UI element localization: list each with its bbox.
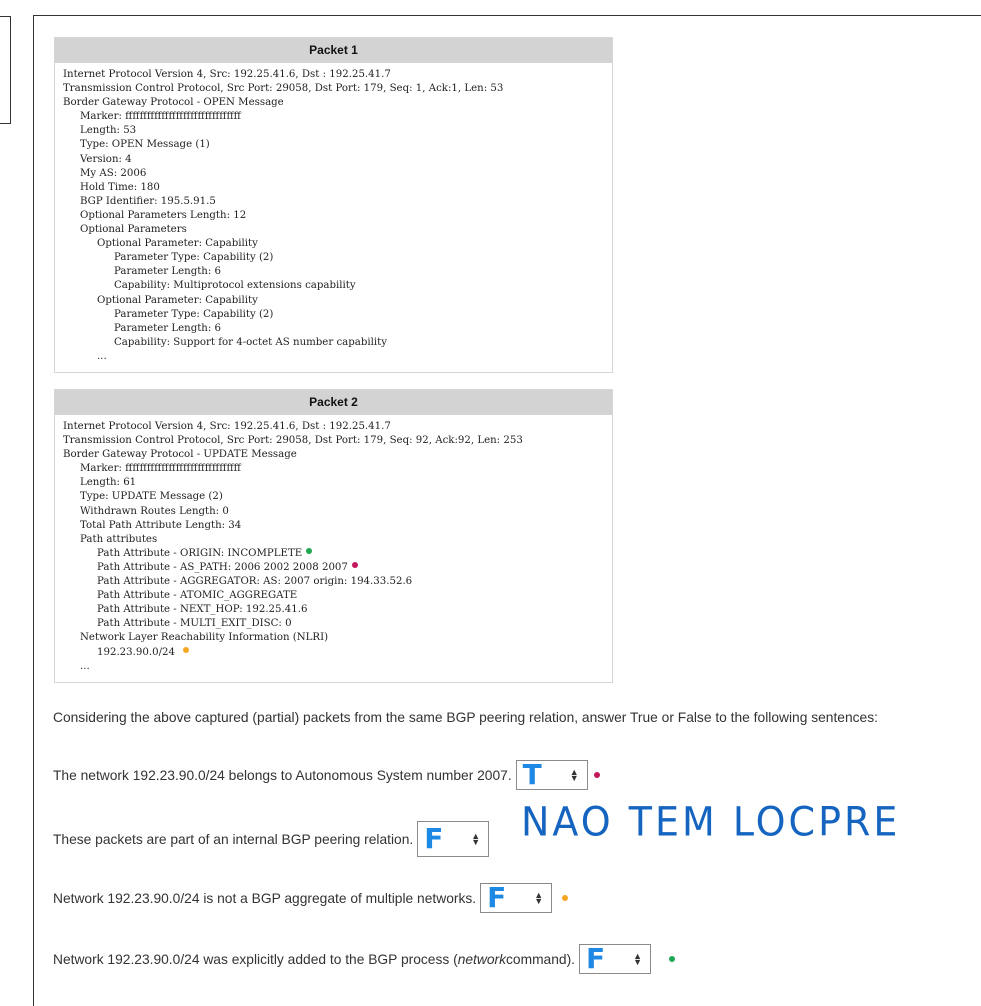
- packet-2-title: Packet 2: [55, 390, 612, 415]
- chevron-updown-icon: ▲ ▼: [471, 831, 481, 847]
- sentence-4: Network 192.23.90.0/24 was explicitly ad…: [53, 942, 676, 975]
- packet-line: Parameter Length: 6: [114, 266, 222, 278]
- sentence-1-text: The network 192.23.90.0/24 belongs to Au…: [53, 767, 512, 783]
- orange-dot-marker: [182, 646, 189, 653]
- packet-line: Length: 53: [80, 125, 137, 137]
- packet-line: Parameter Length: 6: [114, 322, 222, 334]
- packet-line: Type: OPEN Message (1): [80, 139, 210, 151]
- packet-line: Path Attribute - AGGREGATOR: AS: 2007 or…: [97, 576, 413, 588]
- packet-line: Capability: Support for 4-octet AS numbe…: [114, 336, 387, 348]
- chevron-updown-icon: ▲ ▼: [534, 890, 544, 906]
- packet-line: Total Path Attribute Length: 34: [80, 519, 242, 531]
- answer-select-3-value: F: [487, 881, 507, 914]
- packet-line: Path Attribute - ATOMIC_AGGREGATE: [97, 590, 298, 602]
- packet-1-panel: Packet 1 Internet Protocol Version 4, Sr…: [54, 37, 613, 373]
- packet-line-text: 192.23.90.0/24: [97, 646, 175, 658]
- magenta-dot-marker: [593, 772, 600, 778]
- packet-line: Version: 4: [80, 153, 132, 165]
- packet-line: Optional Parameter: Capability: [97, 238, 258, 250]
- left-panel-edge: [0, 16, 11, 124]
- answer-select-2-value: F: [424, 822, 444, 855]
- chevron-updown-icon: ▲ ▼: [569, 767, 579, 783]
- packet-line: Internet Protocol Version 4, Src: 192.25…: [63, 421, 391, 432]
- packet-line: Optional Parameters: [80, 224, 187, 236]
- chevron-updown-icon: ▲ ▼: [633, 951, 643, 967]
- answer-select-4[interactable]: F ▲ ▼: [579, 942, 652, 975]
- packet-line: Type: UPDATE Message (2): [80, 491, 223, 503]
- sentence-2: These packets are part of an internal BG…: [53, 821, 490, 857]
- packet-line: Transmission Control Protocol, Src Port:…: [63, 435, 523, 447]
- answer-select-4-value: F: [586, 942, 606, 975]
- green-dot-marker: [669, 956, 676, 962]
- sentence-1: The network 192.23.90.0/24 belongs to Au…: [53, 760, 600, 790]
- answer-select-1[interactable]: T ▲ ▼: [515, 758, 588, 791]
- sentence-4-text-em: network: [457, 951, 506, 967]
- answer-select-3[interactable]: F ▲ ▼: [480, 881, 553, 914]
- packet-line: My AS: 2006: [80, 167, 147, 179]
- question-text: Considering the above captured (partial)…: [53, 710, 878, 725]
- sentence-4-text-after: command).: [506, 951, 576, 967]
- sentence-4-text-before: Network 192.23.90.0/24 was explicitly ad…: [53, 951, 458, 967]
- packet-line: Path Attribute - AS_PATH: 2006 2002 2008…: [63, 561, 604, 575]
- packet-line: BGP Identifier: 195.5.91.5: [80, 195, 216, 207]
- packet-line: Capability: Multiprotocol extensions cap…: [114, 280, 356, 292]
- magenta-dot-marker: [351, 561, 358, 568]
- packet-2-panel: Packet 2 Internet Protocol Version 4, Sr…: [54, 389, 613, 683]
- handwritten-note: NAO TEM LOCPRE: [521, 798, 901, 846]
- packet-1-title: Packet 1: [55, 38, 612, 63]
- packet-line: Optional Parameters Length: 12: [80, 209, 247, 221]
- packet-line: Optional Parameter: Capability: [97, 294, 258, 306]
- answer-select-1-value: T: [522, 758, 542, 791]
- packet-line: Length: 61: [80, 477, 137, 489]
- packet-line-text: Path Attribute - AS_PATH: 2006 2002 2008…: [97, 561, 348, 573]
- answer-select-2[interactable]: F ▲ ▼: [417, 821, 490, 857]
- packet-line: Path Attribute - MULTI_EXIT_DISC: 0: [97, 618, 292, 630]
- packet-line: Path Attribute - NEXT_HOP: 192.25.41.6: [97, 604, 308, 616]
- packet-2-body: Internet Protocol Version 4, Src: 192.25…: [55, 415, 612, 682]
- packet-line: Withdrawn Routes Length: 0: [80, 505, 229, 517]
- packet-line: Internet Protocol Version 4, Src: 192.25…: [63, 69, 391, 80]
- sentence-3: Network 192.23.90.0/24 is not a BGP aggr…: [53, 881, 569, 914]
- packet-line: Network Layer Reachability Information (…: [80, 632, 329, 644]
- packet-line: Transmission Control Protocol, Src Port:…: [63, 83, 504, 95]
- sentence-3-text: Network 192.23.90.0/24 is not a BGP aggr…: [53, 890, 477, 906]
- packet-line: Parameter Type: Capability (2): [114, 308, 274, 320]
- orange-dot-marker: [562, 895, 569, 901]
- packet-line: Path attributes: [80, 533, 158, 545]
- packet-line: Parameter Type: Capability (2): [114, 252, 274, 264]
- packet-line: ...: [80, 660, 90, 672]
- packet-line: Path Attribute - ORIGIN: INCOMPLETE: [63, 547, 604, 561]
- packet-1-body: Internet Protocol Version 4, Src: 192.25…: [55, 63, 612, 372]
- packet-line: Marker: ffffffffffffffffffffffffffffffff: [80, 463, 241, 475]
- packet-line: Marker: ffffffffffffffffffffffffffffffff: [80, 111, 241, 123]
- packet-line: Border Gateway Protocol - UPDATE Message: [63, 449, 297, 461]
- packet-line: 192.23.90.0/24: [63, 646, 604, 660]
- packet-line: ...: [97, 350, 107, 362]
- packet-line: Hold Time: 180: [80, 181, 160, 193]
- packet-line-text: Path Attribute - ORIGIN: INCOMPLETE: [97, 547, 303, 559]
- green-dot-marker: [306, 547, 313, 554]
- sentence-2-text: These packets are part of an internal BG…: [53, 831, 414, 847]
- packet-line: Border Gateway Protocol - OPEN Message: [63, 97, 284, 109]
